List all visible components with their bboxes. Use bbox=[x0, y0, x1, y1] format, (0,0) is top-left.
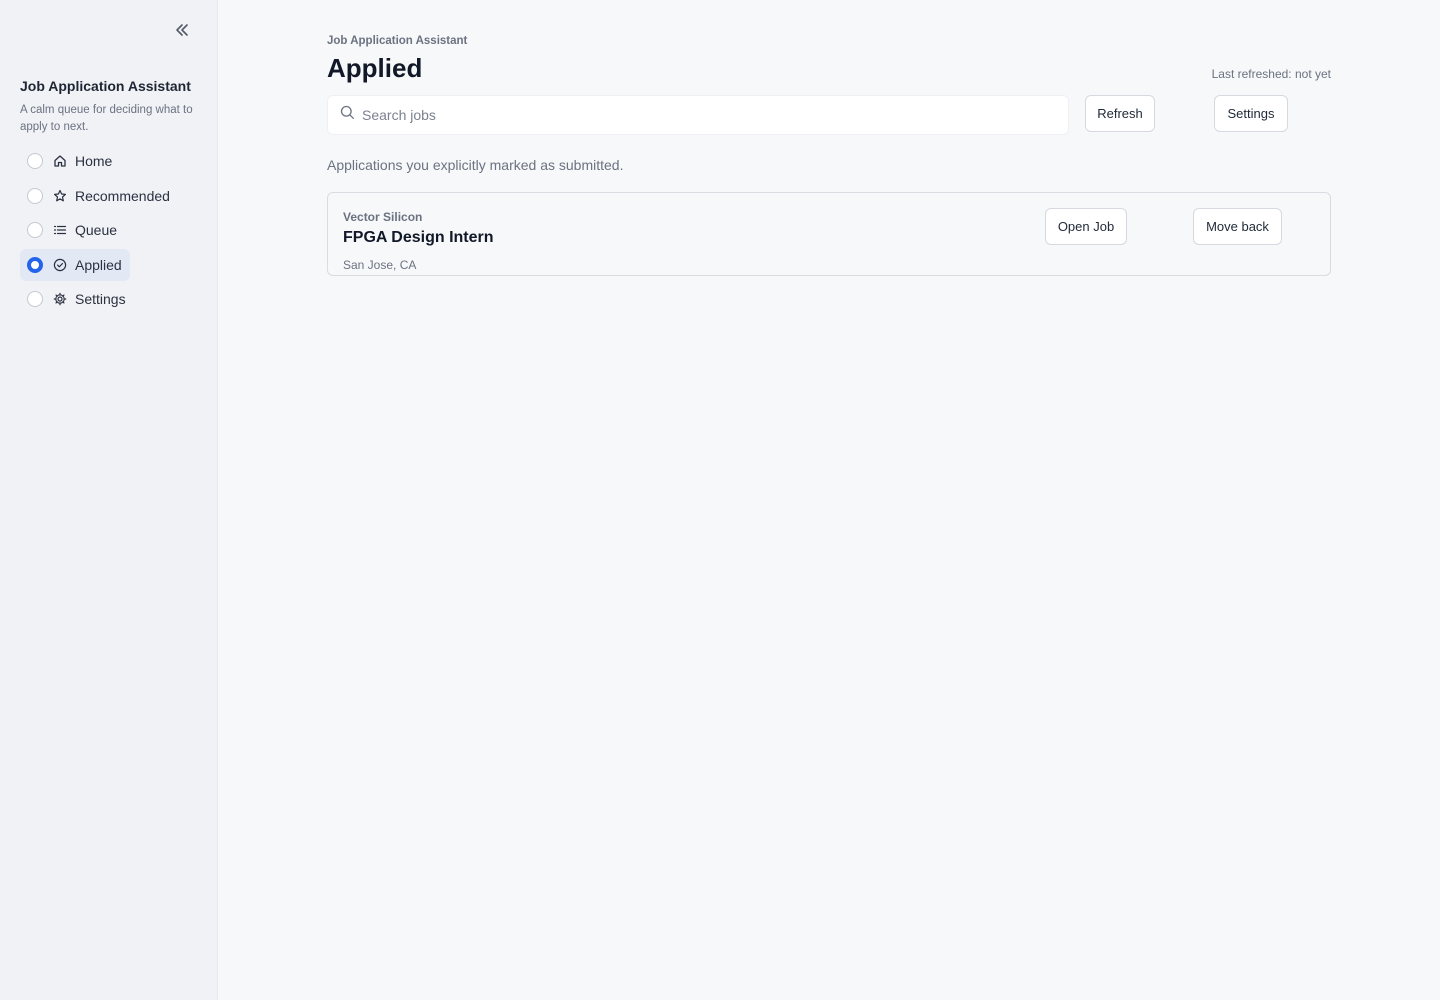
job-company: Vector Silicon bbox=[343, 210, 423, 224]
sidebar-item-recommended[interactable]: Recommended bbox=[20, 180, 178, 212]
page-title: Applied bbox=[327, 53, 423, 83]
sidebar-nav: Home Recommended Queue Applied Settings bbox=[20, 145, 200, 318]
sidebar-subtitle: A calm queue for deciding what to apply … bbox=[20, 104, 193, 133]
radio-button-selected[interactable] bbox=[27, 256, 43, 273]
search-input[interactable] bbox=[362, 107, 1042, 123]
radio-button[interactable] bbox=[27, 187, 43, 204]
sidebar-item-queue[interactable]: Queue bbox=[20, 214, 125, 246]
check-circle-icon bbox=[52, 257, 67, 272]
move-back-button[interactable]: Move back bbox=[1193, 208, 1282, 245]
star-icon bbox=[52, 188, 67, 203]
radio-button[interactable] bbox=[27, 291, 43, 307]
job-location: San Jose, CA bbox=[343, 258, 417, 272]
sidebar-item-label: Recommended bbox=[75, 187, 170, 204]
refresh-button[interactable]: Refresh bbox=[1085, 95, 1155, 132]
sidebar-item-label: Applied bbox=[75, 256, 122, 273]
sidebar-item-settings[interactable]: Settings bbox=[20, 283, 134, 315]
gear-icon bbox=[52, 292, 67, 307]
job-card: Vector Silicon FPGA Design Intern San Jo… bbox=[327, 192, 1331, 276]
home-icon bbox=[52, 154, 67, 169]
sidebar-item-home[interactable]: Home bbox=[20, 145, 120, 177]
list-icon bbox=[52, 223, 67, 238]
page-eyebrow: Job Application Assistant bbox=[327, 35, 468, 47]
settings-button[interactable]: Settings bbox=[1214, 95, 1288, 132]
search-box[interactable] bbox=[327, 95, 1069, 135]
sidebar-item-label: Home bbox=[75, 153, 113, 169]
radio-button[interactable] bbox=[27, 153, 43, 169]
sidebar-title: Job Application Assistant bbox=[20, 78, 191, 94]
sidebar-item-label: Queue bbox=[75, 222, 118, 238]
sidebar-item-applied[interactable]: Applied bbox=[20, 248, 130, 281]
radio-button[interactable] bbox=[27, 222, 43, 238]
collapse-sidebar-icon[interactable] bbox=[170, 18, 194, 42]
last-refreshed-text: Last refreshed: not yet bbox=[1211, 67, 1331, 81]
sidebar: Job Application Assistant A calm queue f… bbox=[0, 0, 218, 1000]
open-job-button[interactable]: Open Job bbox=[1045, 208, 1127, 245]
page-description: Applications you explicitly marked as su… bbox=[327, 157, 624, 173]
sidebar-item-label: Settings bbox=[75, 291, 126, 307]
job-title: FPGA Design Intern bbox=[343, 229, 494, 246]
search-icon bbox=[340, 105, 355, 125]
